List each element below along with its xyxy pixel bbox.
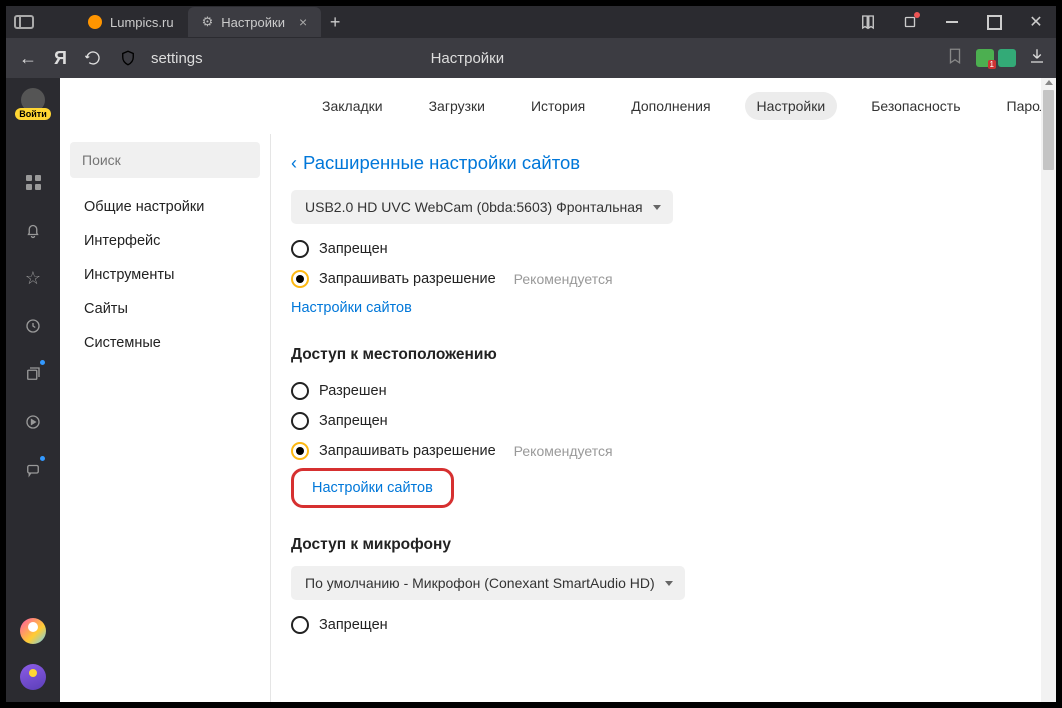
sidebar-item-tools[interactable]: Инструменты xyxy=(70,258,270,292)
back-button[interactable]: ← xyxy=(16,46,40,70)
extension-icon[interactable]: 1 xyxy=(976,49,994,67)
extensions-group[interactable]: 1 xyxy=(976,49,1016,67)
nav-settings[interactable]: Настройки xyxy=(745,92,838,120)
sidebar-item-general[interactable]: Общие настройки xyxy=(70,190,270,224)
window-controls: ✕ xyxy=(856,10,1048,34)
settings-detail: ‹ Расширенные настройки сайтов USB2.0 HD… xyxy=(270,134,1056,702)
gear-icon: ⚙ xyxy=(202,14,214,30)
chevron-left-icon: ‹ xyxy=(291,153,297,174)
nav-bookmarks[interactable]: Закладки xyxy=(310,92,395,120)
tab-label: Настройки xyxy=(221,15,285,30)
tab-lumpics[interactable]: Lumpics.ru xyxy=(74,7,188,37)
tab-label: Lumpics.ru xyxy=(110,15,174,30)
downloads-icon[interactable] xyxy=(1028,47,1046,70)
bell-icon[interactable] xyxy=(19,216,47,244)
settings-top-nav: Закладки Загрузки История Дополнения Нас… xyxy=(60,78,1056,134)
radio-icon xyxy=(291,412,309,430)
maximize-button[interactable] xyxy=(982,10,1006,34)
sidebar-item-system[interactable]: Системные xyxy=(70,326,270,360)
chat-icon[interactable] xyxy=(19,456,47,484)
radio-icon xyxy=(291,616,309,634)
history-icon[interactable] xyxy=(19,312,47,340)
search-input[interactable] xyxy=(70,142,260,178)
nav-extensions[interactable]: Дополнения xyxy=(619,92,722,120)
location-sites-link[interactable]: Настройки сайтов xyxy=(312,480,433,496)
reader-icon[interactable] xyxy=(856,10,880,34)
notifications-icon[interactable] xyxy=(898,10,922,34)
location-option-deny[interactable]: Запрещен xyxy=(291,406,1046,436)
nav-history[interactable]: История xyxy=(519,92,597,120)
login-badge: Войти xyxy=(15,108,50,120)
microphone-heading: Доступ к микрофону xyxy=(291,536,1046,554)
section-title: Расширенные настройки сайтов xyxy=(303,152,580,174)
settings-sidebar: Общие настройки Интерфейс Инструменты Са… xyxy=(60,134,270,702)
sidebar-toggle-icon[interactable] xyxy=(14,15,34,29)
radio-selected-icon xyxy=(291,442,309,460)
bookmark-icon[interactable] xyxy=(946,47,964,70)
page-title: Настройки xyxy=(431,50,505,67)
camera-device-select[interactable]: USB2.0 HD UVC WebCam (0bda:5603) Фронтал… xyxy=(291,190,673,224)
tab-strip: Lumpics.ru ⚙ Настройки × + xyxy=(74,6,856,38)
play-icon[interactable] xyxy=(19,408,47,436)
radio-icon xyxy=(291,382,309,400)
side-panel: Войти ☆ xyxy=(6,78,60,702)
scroll-up-icon[interactable] xyxy=(1045,80,1053,85)
microphone-device-select[interactable]: По умолчанию - Микрофон (Conexant SmartA… xyxy=(291,566,685,600)
radio-selected-icon xyxy=(291,270,309,288)
apps-grid-icon[interactable] xyxy=(19,168,47,196)
camera-sites-link[interactable]: Настройки сайтов xyxy=(291,294,412,322)
url-text[interactable]: settings xyxy=(151,50,203,67)
location-heading: Доступ к местоположению xyxy=(291,346,1046,364)
tab-settings[interactable]: ⚙ Настройки × xyxy=(188,7,322,37)
yandex-logo-icon[interactable]: Я xyxy=(54,48,67,69)
camera-option-deny[interactable]: Запрещен xyxy=(291,234,1046,264)
close-tab-icon[interactable]: × xyxy=(299,14,307,30)
nav-security[interactable]: Безопасность xyxy=(859,92,972,120)
star-icon[interactable]: ☆ xyxy=(19,264,47,292)
profile-avatar[interactable]: Войти xyxy=(19,86,47,114)
microphone-option-deny[interactable]: Запрещен xyxy=(291,610,1046,640)
section-back-link[interactable]: ‹ Расширенные настройки сайтов xyxy=(291,152,1046,174)
minimize-button[interactable] xyxy=(940,10,964,34)
alice-icon[interactable] xyxy=(20,618,46,644)
reload-button[interactable] xyxy=(81,46,105,70)
location-option-ask[interactable]: Запрашивать разрешение Рекомендуется xyxy=(291,436,1046,466)
titlebar: Lumpics.ru ⚙ Настройки × + ✕ xyxy=(6,6,1056,38)
location-sites-link-highlight: Настройки сайтов xyxy=(291,468,454,508)
favicon-icon xyxy=(88,15,102,29)
radio-icon xyxy=(291,240,309,258)
nav-downloads[interactable]: Загрузки xyxy=(417,92,497,120)
camera-option-ask[interactable]: Запрашивать разрешение Рекомендуется xyxy=(291,264,1046,294)
dropdown-value: USB2.0 HD UVC WebCam (0bda:5603) Фронтал… xyxy=(305,199,643,215)
close-window-button[interactable]: ✕ xyxy=(1024,10,1048,34)
sidebar-item-interface[interactable]: Интерфейс xyxy=(70,224,270,258)
alice-alt-icon[interactable] xyxy=(20,664,46,690)
content-area: Закладки Загрузки История Дополнения Нас… xyxy=(60,78,1056,702)
collections-icon[interactable] xyxy=(19,360,47,388)
dropdown-value: По умолчанию - Микрофон (Conexant SmartA… xyxy=(305,575,655,591)
site-security-icon[interactable] xyxy=(119,48,137,68)
new-tab-button[interactable]: + xyxy=(321,8,349,36)
extension-icon[interactable] xyxy=(998,49,1016,67)
location-option-allow[interactable]: Разрешен xyxy=(291,376,1046,406)
sidebar-item-sites[interactable]: Сайты xyxy=(70,292,270,326)
address-bar: ← Я settings Настройки 1 xyxy=(6,38,1056,78)
